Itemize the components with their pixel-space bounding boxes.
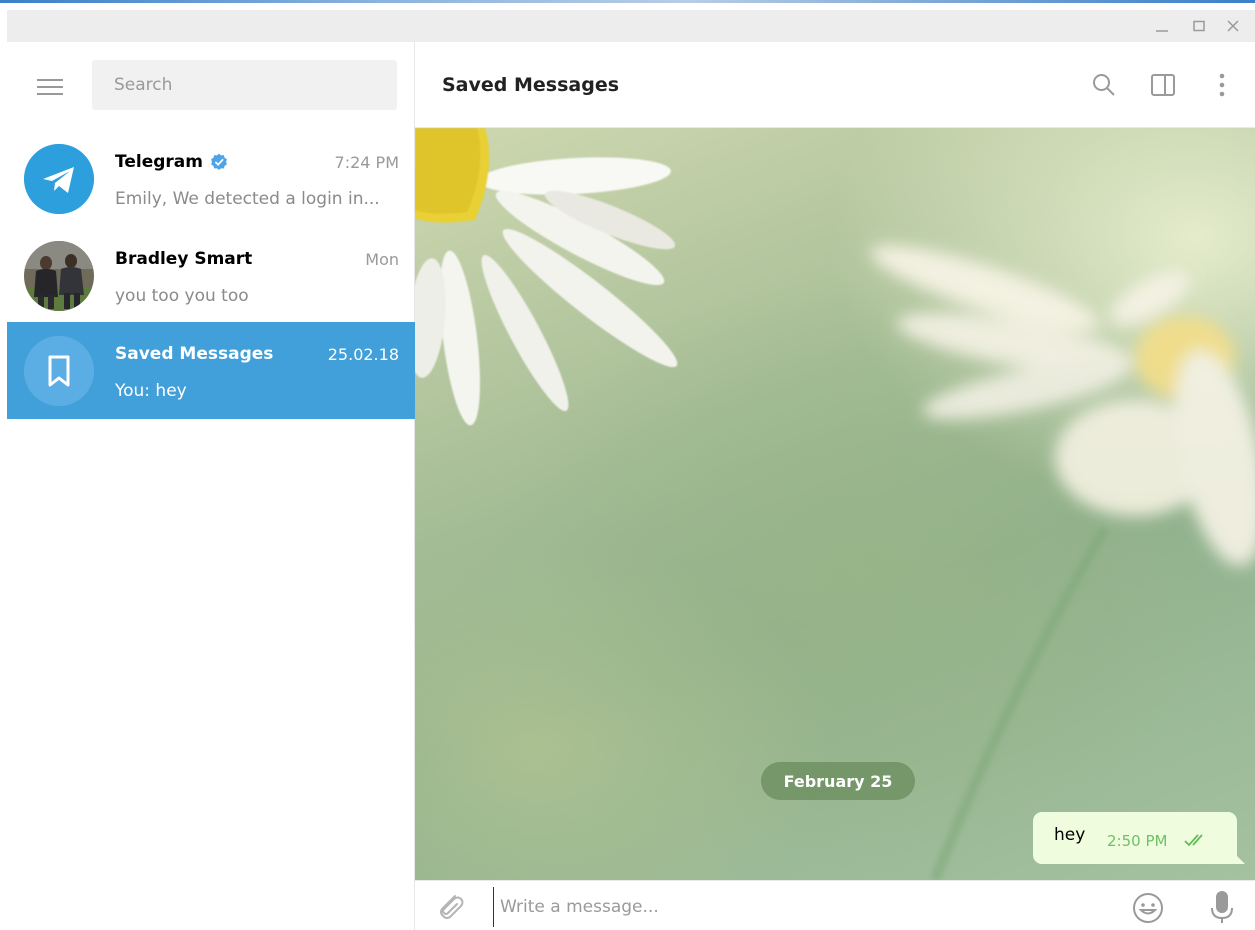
chat-name: Bradley Smart [115, 249, 253, 269]
chat-wallpaper: February 25 hey 2:50 PM [415, 128, 1255, 880]
message-text: hey [1054, 825, 1086, 845]
window-accent-line [0, 0, 1255, 3]
message-input[interactable] [493, 887, 1053, 927]
search-icon[interactable] [1089, 70, 1119, 100]
date-separator: February 25 [761, 762, 915, 800]
emoji-icon[interactable] [1131, 891, 1165, 925]
chat-name: Telegram [115, 152, 228, 172]
sidebar-toggle-icon[interactable] [1148, 70, 1178, 100]
chat-panel: Saved Messages February 25 hey 2:50 PM W… [415, 42, 1255, 930]
message-bubble[interactable]: hey 2:50 PM [1033, 812, 1245, 864]
bubble-tail [1235, 854, 1245, 864]
search-input[interactable] [92, 60, 397, 110]
attach-icon[interactable] [433, 889, 467, 923]
chat-header: Saved Messages [415, 42, 1255, 128]
close-icon[interactable] [1219, 10, 1247, 42]
user-photo [24, 241, 94, 311]
saved-messages-avatar [24, 336, 94, 406]
chat-preview: you too you too [115, 286, 249, 306]
more-vertical-icon[interactable] [1207, 70, 1237, 100]
chat-time: 25.02.18 [327, 345, 399, 364]
hamburger-menu-icon[interactable] [35, 76, 65, 98]
verified-badge-icon [211, 153, 227, 170]
chat-item-telegram[interactable]: Telegram 7:24 PM Emily, We detected a lo… [7, 130, 415, 227]
microphone-icon[interactable] [1208, 889, 1236, 925]
chat-title[interactable]: Saved Messages [442, 74, 619, 96]
chat-item-saved-messages[interactable]: Saved Messages 25.02.18 You: hey [7, 322, 415, 419]
chat-name: Saved Messages [115, 344, 274, 364]
chat-item-bradley-smart[interactable]: Bradley Smart Mon you too you too [7, 227, 415, 324]
chat-preview: Emily, We detected a login in... [115, 189, 380, 209]
telegram-logo-icon [24, 144, 94, 214]
chat-name-text: Telegram [115, 152, 203, 172]
maximize-icon[interactable] [1185, 10, 1213, 42]
double-check-icon [1184, 834, 1203, 847]
message-time: 2:50 PM [1107, 832, 1168, 850]
chat-time: Mon [365, 250, 399, 269]
bookmark-icon [24, 336, 94, 406]
telegram-avatar [24, 144, 94, 214]
title-bar [7, 10, 1255, 42]
chat-preview: You: hey [115, 381, 187, 401]
message-composer [415, 880, 1255, 930]
window-top-border [0, 0, 1255, 10]
minimize-icon[interactable] [1148, 10, 1176, 42]
avatar [24, 241, 94, 311]
chat-time: 7:24 PM [334, 153, 399, 172]
chat-list-sidebar: Telegram 7:24 PM Emily, We detected a lo… [7, 42, 415, 930]
